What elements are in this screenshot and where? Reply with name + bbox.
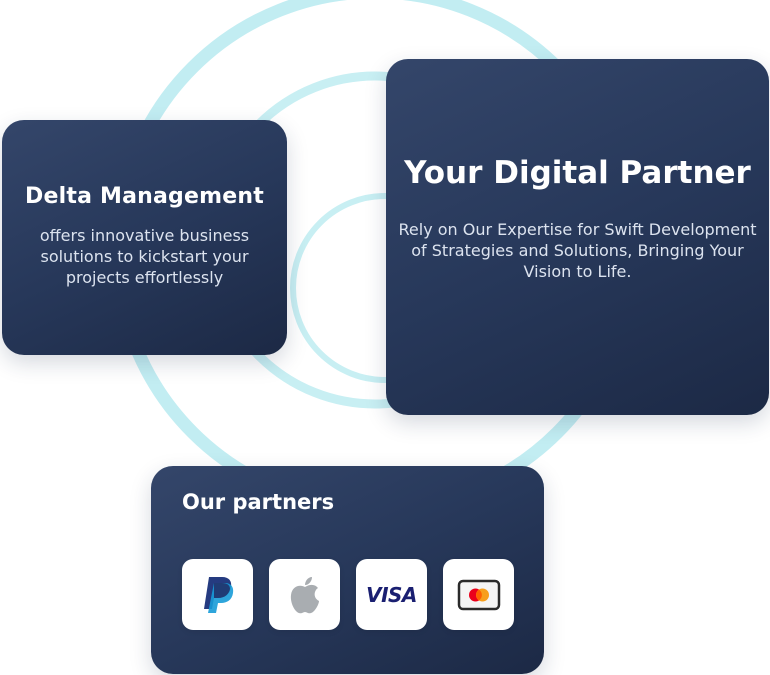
apple-icon	[290, 576, 319, 613]
visa-logo-tile[interactable]: VISA	[356, 559, 427, 630]
delta-management-title: Delta Management	[25, 184, 264, 209]
delta-management-description: offers innovative business solutions to …	[39, 226, 250, 287]
delta-management-card: Delta Management offers innovative busin…	[2, 120, 287, 355]
digital-partner-description: Rely on Our Expertise for Swift Developm…	[398, 220, 757, 281]
partners-card: Our partners VISA	[151, 466, 544, 674]
mastercard-logo-tile[interactable]	[443, 559, 514, 630]
hero-stage: Delta Management offers innovative busin…	[0, 0, 770, 675]
visa-icon: VISA	[366, 582, 417, 607]
apple-logo-tile[interactable]	[269, 559, 340, 630]
digital-partner-title: Your Digital Partner	[404, 155, 751, 191]
paypal-logo-tile[interactable]	[182, 559, 253, 630]
digital-partner-card: Your Digital Partner Rely on Our Experti…	[386, 59, 769, 415]
paypal-icon	[203, 576, 233, 613]
mastercard-icon	[457, 579, 500, 610]
partner-logos: VISA	[182, 559, 514, 630]
partners-title: Our partners	[182, 490, 335, 514]
